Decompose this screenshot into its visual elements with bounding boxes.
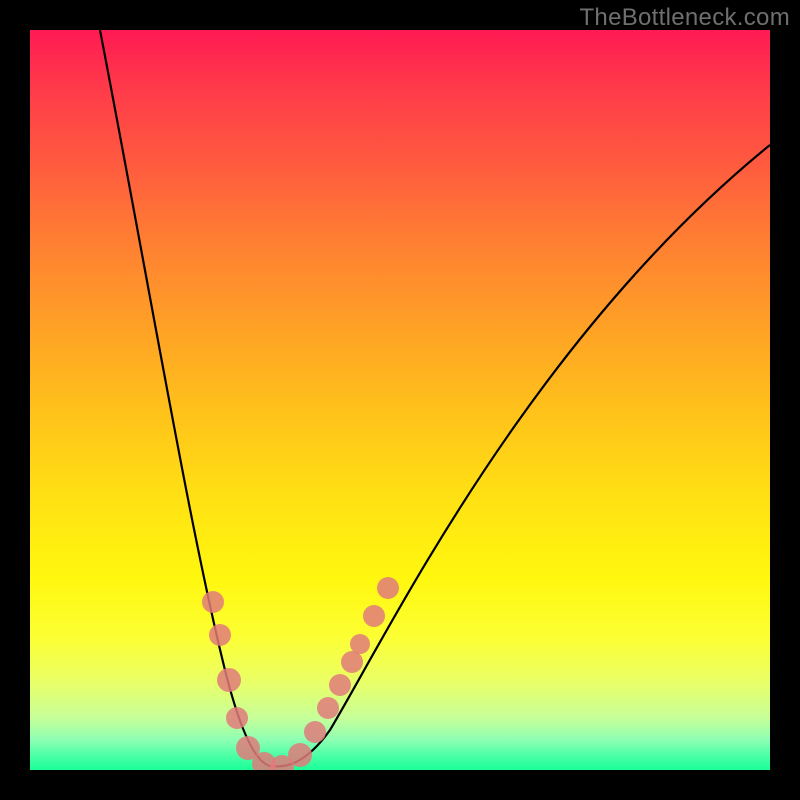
highlight-dot [341,651,363,673]
highlight-dot [317,697,339,719]
watermark-text: TheBottleneck.com [579,4,790,32]
highlight-dot [350,634,370,654]
highlight-dot [217,668,241,692]
highlight-dot [377,577,399,599]
highlight-dots [202,577,399,770]
highlight-dot [363,605,385,627]
highlight-dot [288,743,312,767]
highlight-dot [329,674,351,696]
plot-area [30,30,770,770]
chart-svg [30,30,770,770]
highlight-dot [226,707,248,729]
highlight-dot [304,721,326,743]
highlight-dot [209,624,231,646]
bottleneck-curve [100,30,770,766]
chart-frame: TheBottleneck.com [0,0,800,800]
highlight-dot [202,591,224,613]
